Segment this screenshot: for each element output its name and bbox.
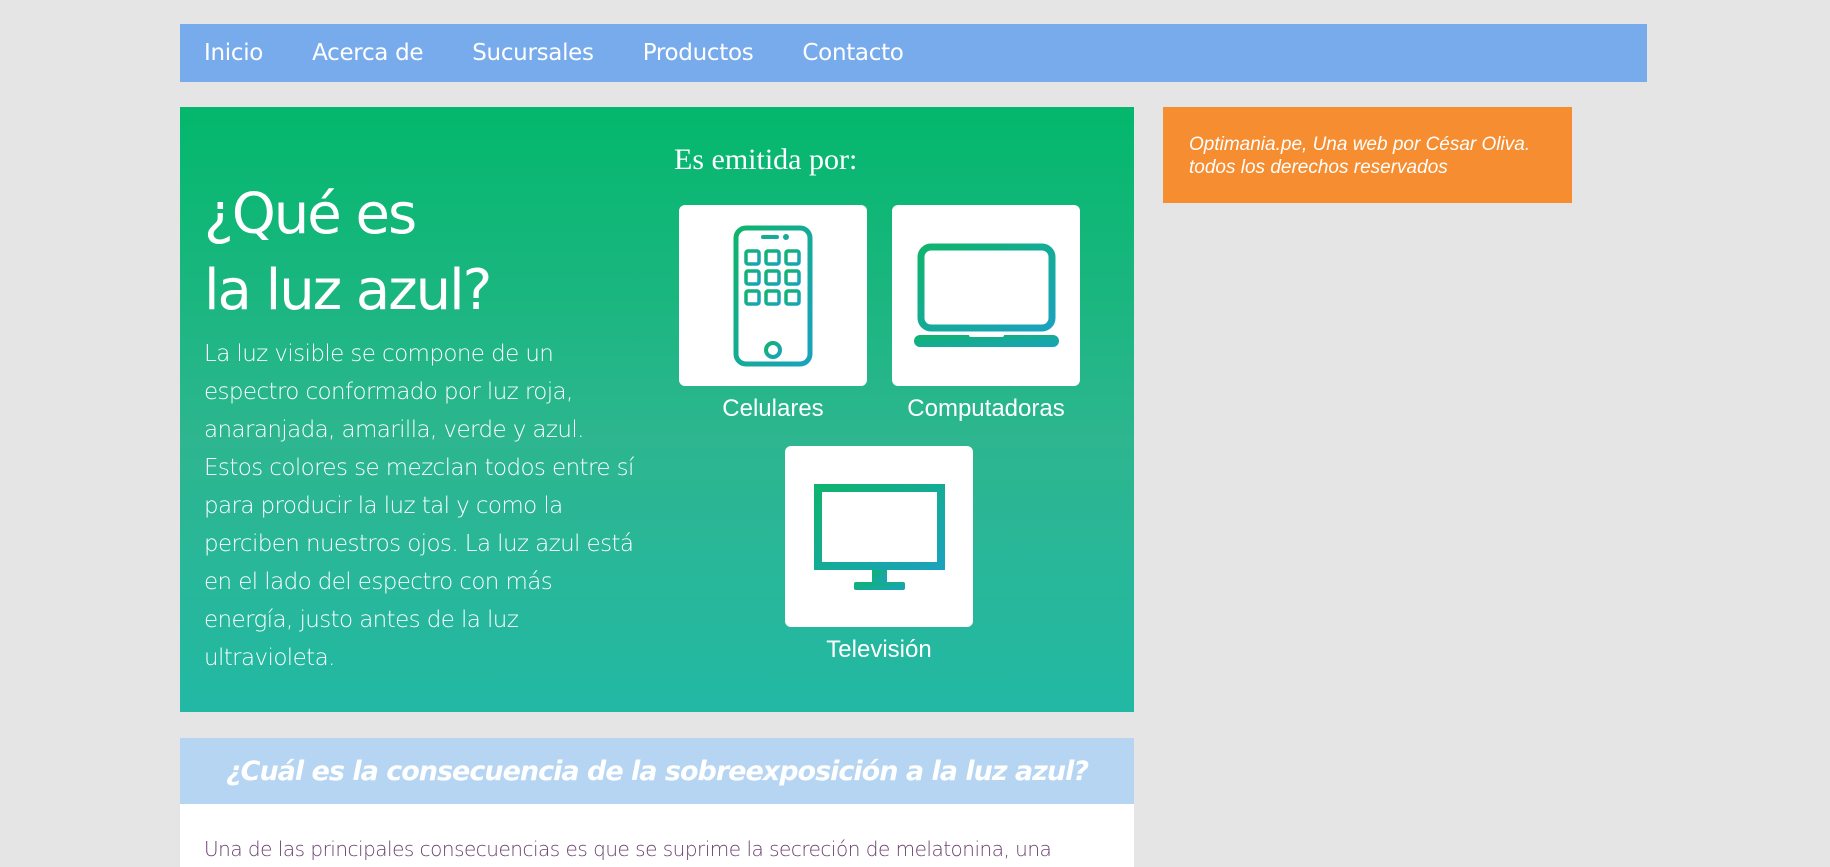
device-card bbox=[785, 446, 973, 627]
device-label: Computadoras bbox=[907, 395, 1065, 422]
smartphone-icon bbox=[733, 225, 813, 366]
question-heading: ¿Cuál es la consecuencia de la sobreexpo… bbox=[225, 755, 1089, 787]
nav-link-sucursales[interactable]: Sucursales bbox=[472, 40, 594, 66]
question-header: ¿Cuál es la consecuencia de la sobreexpo… bbox=[180, 738, 1134, 804]
footer-credits-box: Optimania.pe, Una web por César Oliva. t… bbox=[1163, 107, 1572, 203]
hero-title: ¿Qué es la luz azul? bbox=[204, 177, 492, 329]
nav-link-contacto[interactable]: Contacto bbox=[802, 40, 903, 66]
device-label: Televisión bbox=[826, 636, 932, 663]
answer-text: Una de las principales consecuencias es … bbox=[204, 837, 1052, 861]
hero-section: ¿Qué es la luz azul? La luz visible se c… bbox=[180, 107, 1134, 712]
device-card bbox=[679, 205, 867, 386]
emitted-by-heading: Es emitida por: bbox=[674, 143, 858, 176]
device-card bbox=[892, 205, 1080, 386]
hero-title-line2: la luz azul? bbox=[204, 258, 492, 323]
laptop-icon bbox=[913, 243, 1059, 347]
hero-description: La luz visible se compone de un espectro… bbox=[204, 341, 634, 671]
top-nav: Inicio Acerca de Sucursales Productos Co… bbox=[180, 24, 1647, 82]
device-computadoras: Computadoras bbox=[891, 205, 1081, 423]
answer-panel: Una de las principales consecuencias es … bbox=[180, 804, 1134, 867]
device-celulares: Celulares bbox=[678, 205, 868, 423]
nav-link-acerca[interactable]: Acerca de bbox=[312, 40, 423, 66]
credits-line1: Optimania.pe, Una web por César Oliva. bbox=[1189, 134, 1531, 155]
tv-icon bbox=[813, 483, 945, 590]
nav-link-inicio[interactable]: Inicio bbox=[204, 40, 263, 66]
nav-link-productos[interactable]: Productos bbox=[643, 40, 754, 66]
credits-line2: todos los derechos reservados bbox=[1189, 157, 1448, 178]
device-television: Televisión bbox=[784, 446, 974, 664]
hero-title-line1: ¿Qué es bbox=[204, 182, 417, 247]
device-label: Celulares bbox=[722, 395, 824, 422]
